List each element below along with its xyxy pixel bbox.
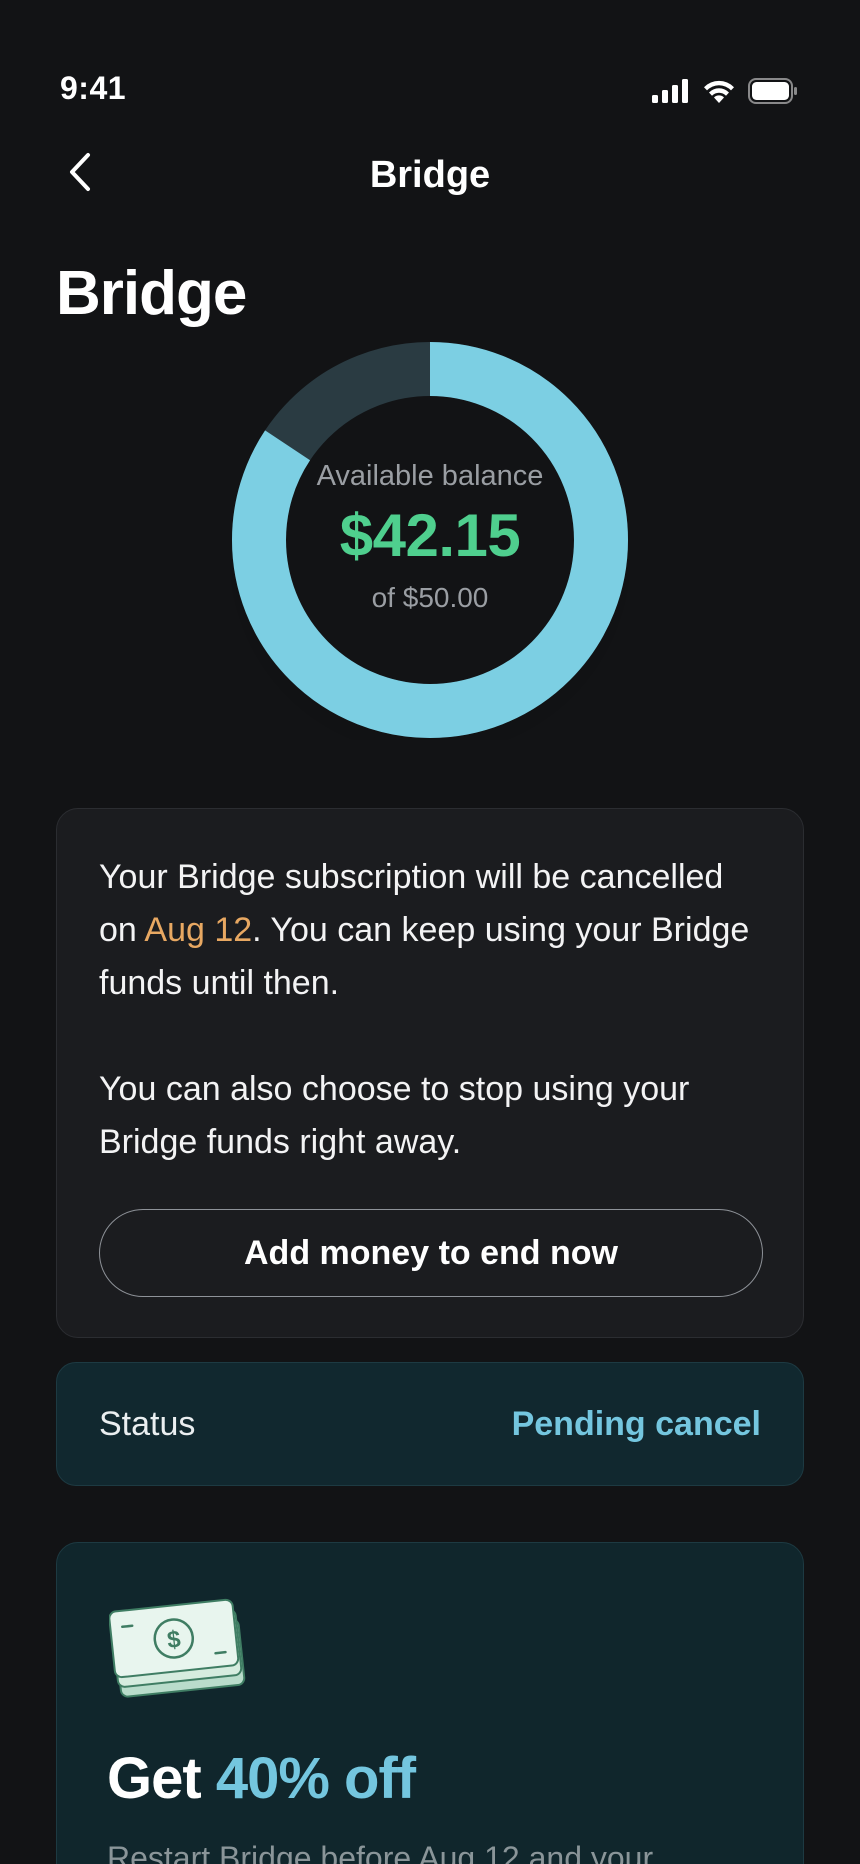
status-time: 9:41 — [60, 70, 127, 106]
cancellation-notice-card: Your Bridge subscription will be cancell… — [56, 808, 804, 1338]
balance-caption: Available balance — [316, 460, 544, 492]
cash-stack-icon: $ — [108, 1595, 249, 1710]
status-label: Status — [99, 1404, 196, 1443]
promo-discount: 40% off — [215, 1746, 416, 1811]
promo-title: Get 40% off — [107, 1745, 416, 1812]
promo-description: Restart Bridge before Aug 12 and your — [107, 1840, 654, 1864]
subscription-status-row: Status Pending cancel — [56, 1362, 804, 1486]
status-bar: 9:41 — [0, 0, 860, 130]
discount-promo-card[interactable]: $ Get 40% off Restart Bridge before Aug … — [56, 1542, 804, 1864]
balance-amount: $42.15 — [339, 502, 521, 569]
navigation-bar: Bridge — [0, 140, 860, 210]
cancellation-date: Aug 12 — [144, 911, 253, 949]
page-title: Bridge — [56, 259, 247, 328]
bridge-screen: 9:41 Bridge Bridge Available balance $42… — [0, 0, 860, 1864]
stop-now-message: You can also choose to stop using your B… — [99, 1070, 690, 1161]
status-icons — [652, 78, 798, 104]
status-value: Pending cancel — [511, 1404, 761, 1443]
battery-icon — [748, 78, 798, 104]
wifi-icon — [702, 79, 736, 103]
cellular-signal-icon — [652, 79, 690, 103]
cancellation-message: Your Bridge subscription will be cancell… — [99, 851, 761, 1010]
balance-summary: Available balance $42.15 of $50.00 — [230, 340, 630, 740]
promo-title-prefix: Get — [107, 1746, 216, 1811]
balance-ring: Available balance $42.15 of $50.00 — [230, 340, 630, 740]
balance-total: of $50.00 — [371, 582, 489, 613]
add-money-to-end-now-button[interactable]: Add money to end now — [99, 1209, 763, 1297]
nav-title: Bridge — [369, 154, 491, 196]
